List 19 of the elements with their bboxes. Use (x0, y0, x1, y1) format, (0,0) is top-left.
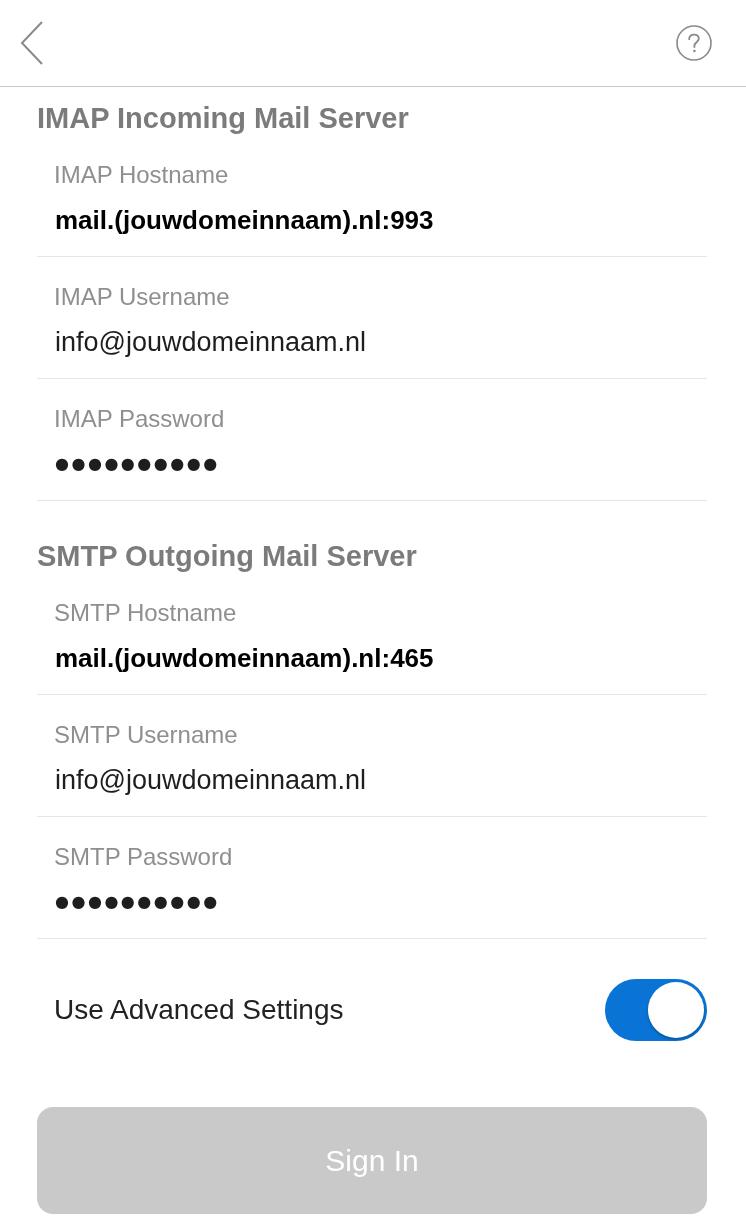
field-label: SMTP Username (54, 722, 238, 748)
field-label: IMAP Username (54, 284, 230, 310)
input-field[interactable]: info@jouwdomeinnaam.nl (54, 764, 367, 796)
section-title: SMTP Outgoing Mail Server (37, 539, 417, 573)
back-button[interactable] (20, 21, 44, 65)
input-field[interactable]: mail.(jouwdomeinnaam).nl:465 (54, 642, 434, 674)
input-field[interactable]: mail.(jouwdomeinnaam).nl:993 (54, 204, 434, 236)
field-label: SMTP Password (54, 844, 233, 870)
toggle-label: Use Advanced Settings (54, 994, 344, 1026)
section-title: IMAP Incoming Mail Server (37, 101, 409, 135)
password-field[interactable]: ●●●●●●●●●● (54, 886, 220, 918)
field-label: IMAP Hostname (54, 162, 229, 188)
field-label: IMAP Password (54, 406, 225, 432)
field-label: SMTP Hostname (54, 600, 237, 626)
help-icon (676, 25, 712, 61)
password-field[interactable]: ●●●●●●●●●● (54, 448, 220, 480)
help-button[interactable] (676, 25, 712, 61)
back-chevron-icon (20, 21, 44, 65)
input-field[interactable]: info@jouwdomeinnaam.nl (54, 326, 367, 358)
